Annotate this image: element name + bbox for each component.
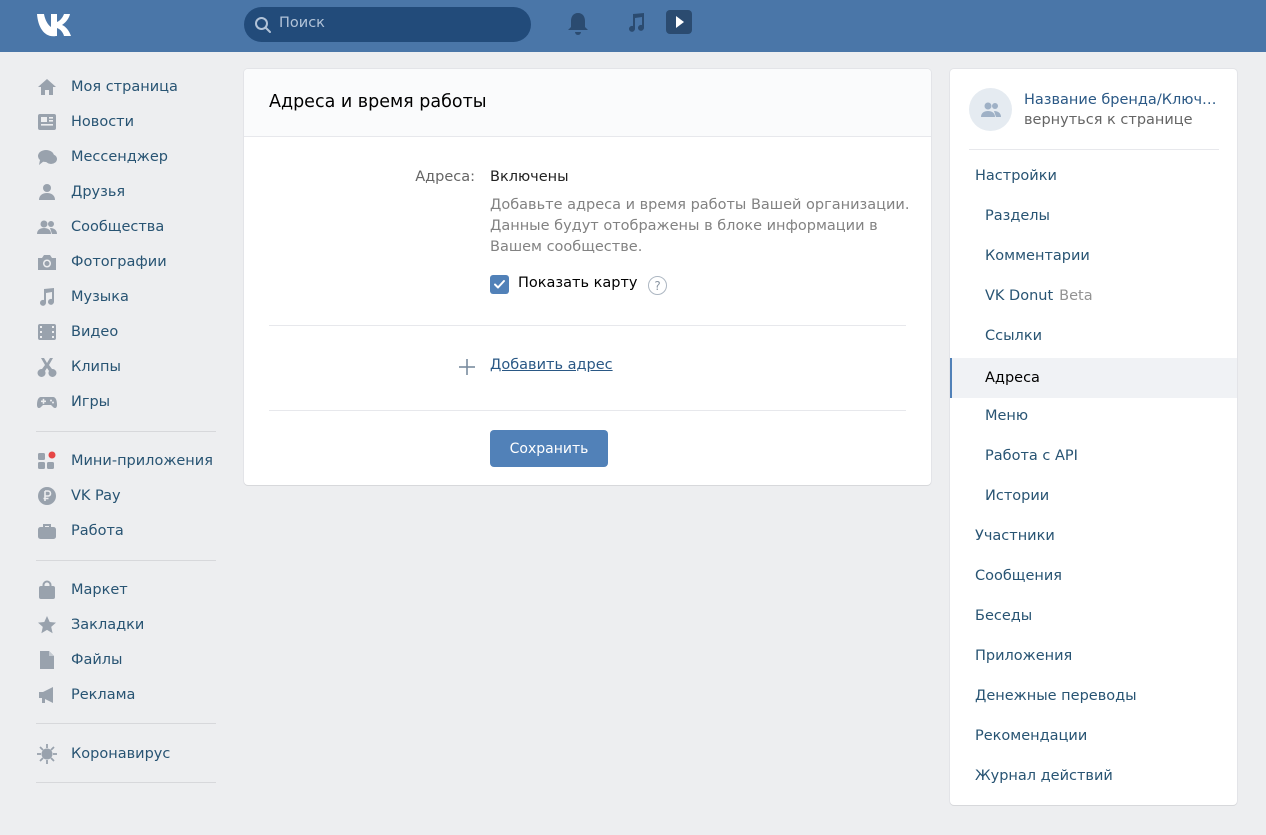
nav-divider <box>36 782 216 783</box>
add-address-link[interactable]: Добавить адрес <box>490 357 613 373</box>
search-input[interactable]: Поиск <box>279 15 325 31</box>
addresses-description: Добавьте адреса и время работы Вашей орг… <box>490 197 910 255</box>
menu-item-comments[interactable]: Комментарии <box>950 236 1237 276</box>
virus-icon <box>36 743 58 765</box>
communities-icon <box>36 216 58 238</box>
menu-item-api[interactable]: Работа с API <box>950 436 1237 476</box>
nav-item-vk-pay[interactable]: VK Pay <box>36 478 226 513</box>
nav-divider <box>36 431 216 432</box>
star-icon <box>36 614 58 636</box>
nav-item-news[interactable]: Новости <box>36 104 226 139</box>
addresses-settings-card: Адреса и время работы Адреса: Включены Д… <box>244 69 931 485</box>
save-button[interactable]: Сохранить <box>490 430 608 467</box>
nav-item-files[interactable]: Файлы <box>36 642 226 677</box>
nav-item-games[interactable]: Игры <box>36 384 226 419</box>
nav-item-photos[interactable]: Фотографии <box>36 244 226 279</box>
nav-item-music[interactable]: Музыка <box>36 279 226 314</box>
menu-item-settings[interactable]: Настройки <box>950 156 1237 196</box>
megaphone-icon <box>36 684 58 706</box>
file-icon <box>36 649 58 671</box>
plus-icon[interactable] <box>458 358 476 376</box>
group-name-link[interactable]: Название бренда/Ключевое слово <box>1024 92 1224 108</box>
camera-icon <box>36 251 58 273</box>
music-icon <box>36 286 58 308</box>
nav-item-coronavirus[interactable]: Коронавирус <box>36 736 226 771</box>
back-to-page-link[interactable]: вернуться к странице <box>1024 112 1193 128</box>
menu-item-menu[interactable]: Меню <box>950 396 1237 436</box>
menu-item-sections[interactable]: Разделы <box>950 196 1237 236</box>
video-icon <box>36 321 58 343</box>
market-bag-icon <box>36 579 58 601</box>
nav-item-my-page[interactable]: Моя страница <box>36 69 226 104</box>
bell-icon[interactable] <box>566 11 590 37</box>
addresses-status-dropdown[interactable]: Включены <box>490 169 569 185</box>
menu-item-recommendations[interactable]: Рекомендации <box>950 716 1237 756</box>
search-icon <box>255 17 271 33</box>
beta-badge: Beta <box>1059 288 1093 304</box>
top-header: Поиск <box>0 0 1266 52</box>
nav-item-ads[interactable]: Реклама <box>36 677 226 712</box>
menu-item-vk-donut[interactable]: VK Donut Beta <box>950 276 1237 316</box>
vk-pay-icon <box>36 485 58 507</box>
group-icon <box>980 102 1001 117</box>
nav-item-friends[interactable]: Друзья <box>36 174 226 209</box>
video-play-icon[interactable] <box>662 9 694 36</box>
settings-sidebar: Название бренда/Ключевое слово вернуться… <box>950 69 1237 805</box>
news-icon <box>36 111 58 133</box>
vk-logo-icon[interactable] <box>37 12 79 38</box>
menu-item-addresses[interactable]: Адреса <box>950 358 1237 398</box>
nav-item-communities[interactable]: Сообщества <box>36 209 226 244</box>
nav-item-mini-apps[interactable]: Мини-приложения <box>36 443 226 478</box>
menu-item-apps[interactable]: Приложения <box>950 636 1237 676</box>
nav-item-video[interactable]: Видео <box>36 314 226 349</box>
menu-item-money-transfers[interactable]: Денежные переводы <box>950 676 1237 716</box>
divider <box>969 149 1219 150</box>
nav-item-clips[interactable]: Клипы <box>36 349 226 384</box>
divider <box>269 410 906 411</box>
menu-item-stories[interactable]: Истории <box>950 476 1237 516</box>
clips-icon <box>36 356 58 378</box>
home-icon <box>36 76 58 98</box>
menu-item-messages[interactable]: Сообщения <box>950 556 1237 596</box>
nav-item-bookmarks[interactable]: Закладки <box>36 607 226 642</box>
menu-item-links[interactable]: Ссылки <box>950 316 1237 356</box>
menu-item-chats[interactable]: Беседы <box>950 596 1237 636</box>
mini-apps-icon <box>36 450 58 472</box>
addresses-label: Адреса: <box>415 169 475 185</box>
card-header: Адреса и время работы <box>244 69 931 137</box>
show-map-checkbox[interactable] <box>490 275 509 294</box>
briefcase-icon <box>36 520 58 542</box>
page-title: Адреса и время работы <box>269 92 487 112</box>
divider <box>269 325 906 326</box>
show-map-label[interactable]: Показать карту <box>518 275 638 291</box>
group-avatar[interactable] <box>969 88 1012 131</box>
nav-item-market[interactable]: Маркет <box>36 572 226 607</box>
help-question-icon[interactable]: ? <box>648 276 667 295</box>
messenger-icon <box>36 146 58 168</box>
friends-icon <box>36 181 58 203</box>
menu-item-action-log[interactable]: Журнал действий <box>950 756 1237 796</box>
gamepad-icon <box>36 391 58 413</box>
checkmark-icon <box>494 280 505 289</box>
menu-item-members[interactable]: Участники <box>950 516 1237 556</box>
nav-divider <box>36 560 216 561</box>
nav-item-work[interactable]: Работа <box>36 513 226 548</box>
nav-divider <box>36 723 216 724</box>
search-box[interactable]: Поиск <box>244 7 531 42</box>
nav-item-messenger[interactable]: Мессенджер <box>36 139 226 174</box>
music-icon[interactable] <box>624 11 648 35</box>
